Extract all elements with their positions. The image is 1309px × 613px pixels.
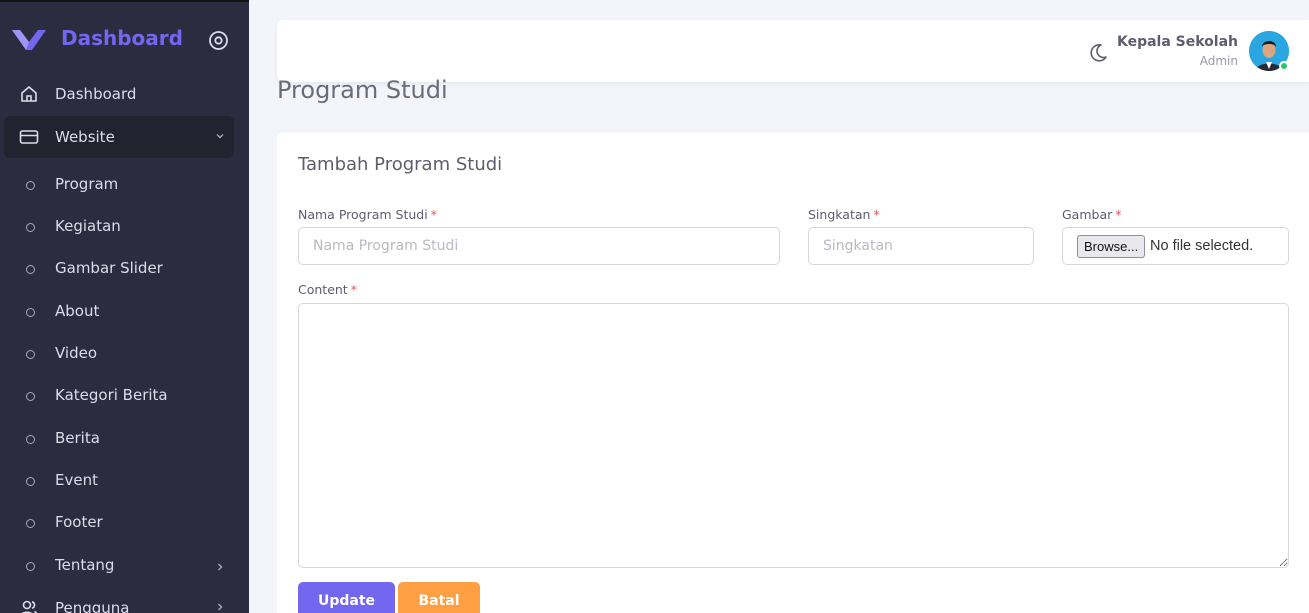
circle-icon	[26, 265, 35, 274]
sidebar-item-dashboard[interactable]: Dashboard	[4, 73, 234, 115]
sidebar-item-website[interactable]: Website	[4, 116, 234, 158]
sidebar-item-label: Pengguna	[55, 599, 130, 613]
users-icon	[21, 600, 38, 613]
sidebar-item-pengguna[interactable]: Pengguna	[4, 587, 234, 613]
sidebar-subitem-video[interactable]: Video	[4, 335, 234, 375]
sidebar-subitem-kategori-berita[interactable]: Kategori Berita	[4, 377, 234, 417]
sidebar-subitem-label: Berita	[55, 429, 100, 447]
circle-icon	[26, 477, 35, 486]
sidebar-subitem-program[interactable]: Program	[4, 166, 234, 206]
sidebar-subitem-label: Program	[55, 175, 119, 193]
circle-icon	[26, 435, 35, 444]
sidebar-subitem-label: Tentang	[55, 556, 115, 574]
batal-button[interactable]: Batal	[398, 582, 480, 613]
content-label: Content *	[298, 282, 357, 297]
home-icon	[21, 86, 37, 102]
required-marker: *	[350, 282, 357, 297]
sidebar-subitem-label: Kategori Berita	[55, 386, 168, 404]
sidebar-subitem-event[interactable]: Event	[4, 462, 234, 502]
card-title: Tambah Program Studi	[298, 154, 503, 175]
singkatan-label-text: Singkatan	[808, 207, 871, 222]
gambar-file-input[interactable]: Browse... No file selected.	[1062, 227, 1289, 265]
sidebar-subitem-kegiatan[interactable]: Kegiatan	[4, 208, 234, 248]
brand-logo-icon	[12, 30, 46, 50]
circle-icon	[26, 223, 35, 232]
brand[interactable]: Dashboard	[10, 24, 183, 56]
user-name: Kepala Sekolah	[1116, 34, 1238, 50]
required-marker: *	[873, 207, 880, 222]
nama-program-studi-input[interactable]	[298, 227, 780, 265]
sidebar-subitem-label: Event	[55, 471, 98, 489]
topbar: Kepala Sekolah Admin	[277, 20, 1309, 82]
required-marker: *	[1115, 207, 1122, 222]
circle-icon	[26, 350, 35, 359]
sidebar-subitem-tentang[interactable]: Tentang	[4, 547, 234, 587]
sidebar-subitem-label: Kegiatan	[55, 217, 121, 235]
file-status-text: No file selected.	[1150, 238, 1254, 254]
sidebar-subitem-about[interactable]: About	[4, 293, 234, 333]
sidebar-collapse-icon[interactable]	[208, 30, 229, 51]
singkatan-input[interactable]	[808, 227, 1034, 265]
chevron-right-icon	[218, 563, 223, 571]
singkatan-label: Singkatan *	[808, 207, 880, 222]
gambar-label-text: Gambar	[1062, 207, 1113, 222]
moon-icon[interactable]	[1087, 42, 1109, 64]
circle-icon	[26, 181, 35, 190]
content-textarea[interactable]	[298, 303, 1289, 568]
sidebar-item-label: Website	[55, 128, 115, 146]
sidebar-subitem-footer[interactable]: Footer	[4, 504, 234, 544]
page-title: Program Studi	[277, 76, 448, 104]
browse-button[interactable]: Browse...	[1077, 235, 1146, 258]
user-role: Admin	[1199, 54, 1238, 68]
required-marker: *	[430, 207, 437, 222]
circle-icon	[26, 392, 35, 401]
online-status-dot	[1279, 61, 1289, 71]
sidebar: Dashboard Dashboard Website Program Kegi…	[0, 0, 249, 613]
sidebar-subitem-berita[interactable]: Berita	[4, 420, 234, 460]
circle-icon	[26, 519, 35, 528]
form-card: Tambah Program Studi Nama Program Studi *…	[277, 133, 1309, 613]
content-label-text: Content	[298, 282, 348, 297]
nama-label-text: Nama Program Studi	[298, 207, 428, 222]
circle-icon	[26, 308, 35, 317]
sidebar-subitem-gambar-slider[interactable]: Gambar Slider	[4, 250, 234, 290]
credit-card-icon	[19, 130, 39, 144]
sidebar-subitem-label: About	[55, 302, 100, 320]
update-button[interactable]: Update	[298, 582, 395, 613]
chevron-right-icon	[218, 603, 223, 611]
sidebar-subitem-label: Gambar Slider	[55, 259, 163, 277]
sidebar-subitem-label: Video	[55, 344, 98, 362]
gambar-label: Gambar *	[1062, 207, 1122, 222]
brand-name: Dashboard	[61, 26, 183, 50]
sidebar-subitem-label: Footer	[55, 513, 103, 531]
sidebar-item-label: Dashboard	[55, 85, 137, 103]
circle-icon	[26, 562, 35, 571]
chevron-down-icon	[216, 134, 224, 139]
nama-label: Nama Program Studi *	[298, 207, 437, 222]
